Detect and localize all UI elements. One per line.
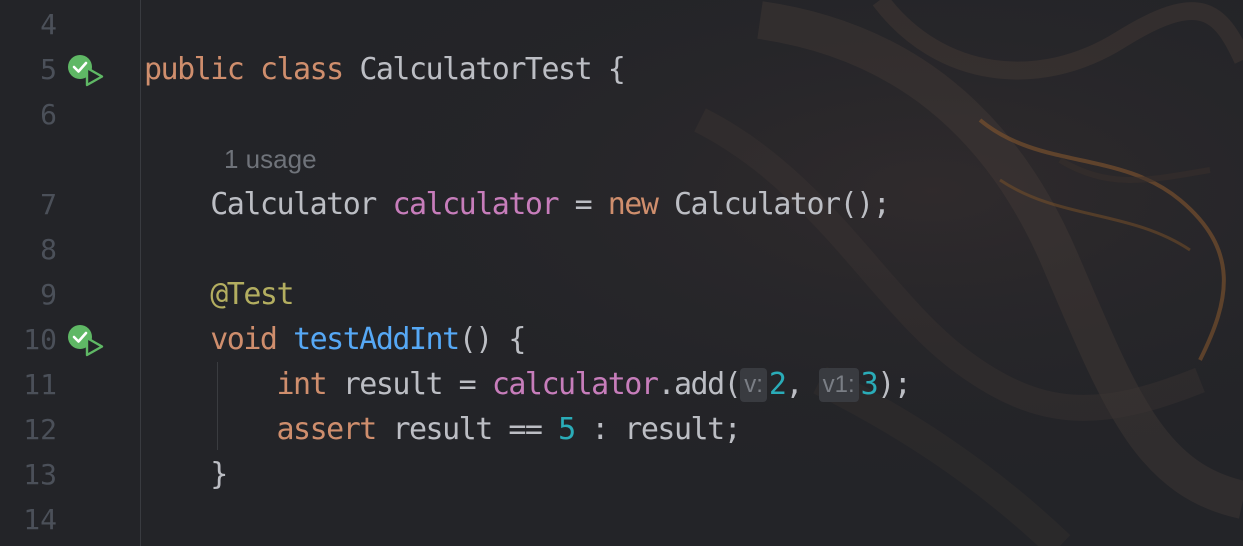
line-number: 13 xyxy=(23,458,57,491)
code-text[interactable]: Calculator calculator = new Calculator()… xyxy=(144,182,891,227)
line-number: 12 xyxy=(23,413,57,446)
code-line[interactable]: 14 xyxy=(0,497,1243,542)
code-text[interactable]: assert result == 5 : result; xyxy=(144,407,742,452)
line-number: 8 xyxy=(40,233,57,266)
code-line[interactable]: 11 int result = calculator.add(v: 2, v1: 3… xyxy=(0,362,1243,407)
line-number: 10 xyxy=(23,323,57,356)
code-line[interactable]: 9 @Test xyxy=(0,272,1243,317)
code-line[interactable]: 10 void testAddInt() { xyxy=(0,317,1243,362)
run-test-passed-icon[interactable] xyxy=(66,53,106,89)
usage-hint[interactable]: 1 usage xyxy=(224,137,317,182)
code-text[interactable]: } xyxy=(144,452,228,497)
line-number: 11 xyxy=(23,368,57,401)
code-line[interactable]: 6 xyxy=(0,92,1243,137)
parameter-hint: v1: xyxy=(818,368,859,402)
code-editor[interactable]: 4 5 public class CalculatorTest { 6 1 us… xyxy=(0,0,1243,546)
code-text[interactable]: void testAddInt() { xyxy=(144,317,526,362)
code-text[interactable]: public class CalculatorTest { xyxy=(144,47,626,92)
code-line[interactable]: 4 xyxy=(0,2,1243,47)
code-line[interactable]: 8 xyxy=(0,227,1243,272)
line-number: 4 xyxy=(40,8,57,41)
parameter-hint: v: xyxy=(740,368,767,402)
line-number: 7 xyxy=(40,188,57,221)
line-number: 14 xyxy=(23,503,57,536)
line-number: 5 xyxy=(40,53,57,86)
run-test-passed-icon[interactable] xyxy=(66,323,106,359)
code-line[interactable]: 13 } xyxy=(0,452,1243,497)
code-text[interactable]: int result = calculator.add(v: 2, v1: 3); xyxy=(144,362,912,407)
code-vision-line: 1 usage xyxy=(0,137,1243,182)
code-text[interactable]: @Test xyxy=(144,272,294,317)
line-number: 6 xyxy=(40,98,57,131)
line-number: 9 xyxy=(40,278,57,311)
code-line[interactable]: 5 public class CalculatorTest { xyxy=(0,47,1243,92)
code-line[interactable]: 7 Calculator calculator = new Calculator… xyxy=(0,182,1243,227)
code-line[interactable]: 12 assert result == 5 : result; xyxy=(0,407,1243,452)
